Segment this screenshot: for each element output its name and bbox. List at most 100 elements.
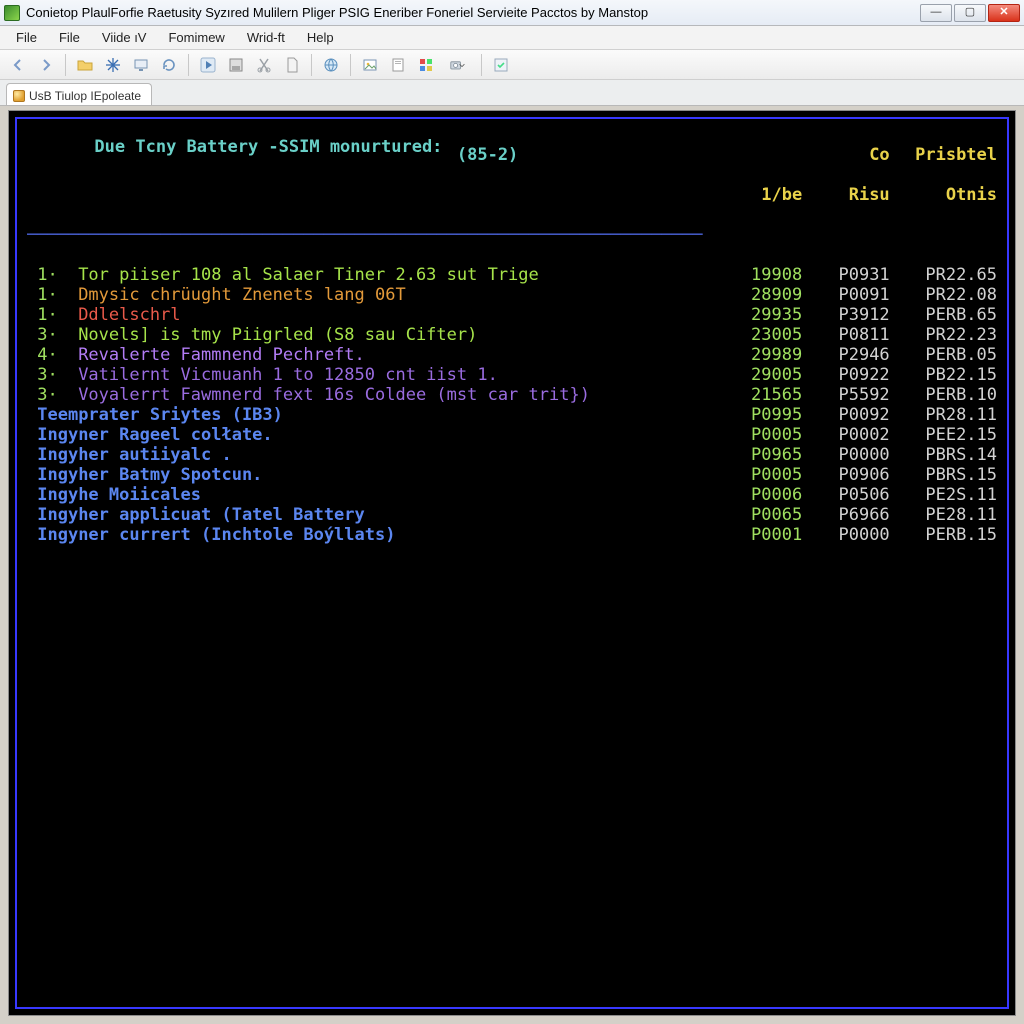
row-value-1: 19908: [713, 265, 802, 285]
row-value-2: P0922: [802, 365, 889, 385]
terminal-row: 3· Vatilernt Vicmuanh 1 to 12850 cnt iis…: [27, 365, 997, 385]
window-controls: — ▢ ✕: [918, 4, 1020, 22]
toolbar-separator: [65, 54, 66, 76]
row-value-1: P0965: [713, 445, 802, 465]
row-value-2: P0092: [802, 405, 889, 425]
row-index: 1·: [27, 265, 78, 285]
terminal-body[interactable]: Conlaler Surge ofil Cifters Streed Trige…: [27, 125, 997, 585]
row-value-3: PR28.11: [890, 405, 997, 425]
row-text: Revalerte Fammnend Pechreft.: [78, 345, 365, 365]
terminal-row: Teemprater Sriytes (IB3)P0995P0092PR28.1…: [27, 405, 997, 425]
row-value-1: P0005: [713, 465, 802, 485]
terminal-frame: Due Tcny Battery -SSIM monurtured: Conla…: [15, 117, 1009, 1009]
row-index: 3·: [27, 385, 78, 405]
row-value-2: P0002: [802, 425, 889, 445]
terminal-row: Ingyher autiiyalc .P0965P0000PBRS.14: [27, 445, 997, 465]
terminal-rule: ────────────────────────────────────────…: [27, 225, 997, 245]
forward-icon[interactable]: [34, 53, 58, 77]
row-value-2: P0000: [802, 525, 889, 545]
row-text: Ingyner Rageel colłate.: [37, 425, 272, 445]
image-icon[interactable]: [358, 53, 382, 77]
globe-icon[interactable]: [319, 53, 343, 77]
folder-icon[interactable]: [73, 53, 97, 77]
row-value-3: PBRS.14: [890, 445, 997, 465]
row-value-1: 21565: [713, 385, 802, 405]
row-value-2: P6966: [802, 505, 889, 525]
row-text: Teemprater Sriytes (IB3): [37, 405, 283, 425]
toolbar-separator: [350, 54, 351, 76]
close-button[interactable]: ✕: [988, 4, 1020, 22]
page-icon[interactable]: [386, 53, 410, 77]
terminal-legend: Due Tcny Battery -SSIM monurtured:: [27, 117, 448, 177]
tab-icon: [13, 90, 25, 102]
row-value-2: P0906: [802, 465, 889, 485]
row-index: 3·: [27, 325, 78, 345]
terminal-row: Ingyher applicuat (Tatel BatteryP0065P69…: [27, 505, 997, 525]
terminal-row: 3· Novels] is tmy Piigrled (S8 sau Cifte…: [27, 325, 997, 345]
menu-window[interactable]: Wrid-ft: [237, 28, 295, 47]
minimize-button[interactable]: —: [920, 4, 952, 22]
refresh-icon[interactable]: [157, 53, 181, 77]
menu-format[interactable]: Fomimew: [158, 28, 234, 47]
row-value-2: P3912: [802, 305, 889, 325]
save-icon[interactable]: [224, 53, 248, 77]
snowflake-icon[interactable]: [101, 53, 125, 77]
col-1be: 1/be: [713, 185, 802, 205]
col-otnis: Otnis: [890, 185, 997, 205]
toolbar-separator: [188, 54, 189, 76]
terminal-row: 1· Dmysic chrüught Znenets lang 06T28909…: [27, 285, 997, 305]
row-value-2: P0811: [802, 325, 889, 345]
monitor-icon[interactable]: [129, 53, 153, 77]
row-value-3: PERB.65: [890, 305, 997, 325]
document-icon[interactable]: [280, 53, 304, 77]
menu-help[interactable]: Help: [297, 28, 344, 47]
toolbar-separator: [311, 54, 312, 76]
terminal-row: Ingyher Batmy Spotcun. P0005P0906PBRS.15: [27, 465, 997, 485]
tab-usb[interactable]: UsB Tiulop IEpoleate: [6, 83, 152, 105]
row-value-1: 29935: [713, 305, 802, 325]
row-value-1: P0006: [713, 485, 802, 505]
row-value-3: PR22.65: [890, 265, 997, 285]
row-value-1: 29989: [713, 345, 802, 365]
row-value-1: 29005: [713, 365, 802, 385]
row-value-3: PE28.11: [890, 505, 997, 525]
row-value-2: P0506: [802, 485, 889, 505]
row-value-3: PB22.15: [890, 365, 997, 385]
menu-file-2[interactable]: File: [49, 28, 90, 47]
row-value-2: P0091: [802, 285, 889, 305]
terminal-row: 1· Tor piiser 108 al Salaer Tiner 2.63 s…: [27, 265, 997, 285]
row-value-3: PERB.10: [890, 385, 997, 405]
menu-file[interactable]: File: [6, 28, 47, 47]
terminal-pane: Due Tcny Battery -SSIM monurtured: Conla…: [8, 110, 1016, 1016]
terminal-header-1: Due Tcny Battery -SSIM monurtured:: [94, 137, 442, 157]
col-risu: Risu: [802, 185, 889, 205]
terminal-row: 1· Ddlelschrl29935P3912PERB.65: [27, 305, 997, 325]
tool-settings-icon[interactable]: [489, 53, 513, 77]
window-title: Conietop PlaulForfie Raetusity Syzıred M…: [26, 5, 918, 20]
col-prisbtel: Prisbtel: [890, 145, 997, 165]
cut-icon[interactable]: [252, 53, 276, 77]
grid-color-icon[interactable]: [414, 53, 438, 77]
maximize-button[interactable]: ▢: [954, 4, 986, 22]
row-value-3: PR22.23: [890, 325, 997, 345]
row-text: Ingyher applicuat (Tatel Battery: [37, 505, 365, 525]
row-index: 1·: [27, 305, 78, 325]
row-value-3: PE2S.11: [890, 485, 997, 505]
row-text: Tor piiser 108 al Salaer Tiner 2.63 sut …: [78, 265, 539, 285]
row-index: 3·: [27, 365, 78, 385]
row-text: Dmysic chrüught Znenets lang 06T: [78, 285, 406, 305]
camera-dropdown-icon[interactable]: [442, 53, 474, 77]
row-text: Ingyher autiiyalc .: [37, 445, 231, 465]
play-icon[interactable]: [196, 53, 220, 77]
col-co: Co: [802, 145, 889, 165]
row-value-3: PBRS.15: [890, 465, 997, 485]
row-value-3: PERB.05: [890, 345, 997, 365]
row-text: Ingyher Batmy Spotcun.: [37, 465, 262, 485]
row-value-2: P2946: [802, 345, 889, 365]
row-value-2: P0931: [802, 265, 889, 285]
back-icon[interactable]: [6, 53, 30, 77]
row-value-1: 23005: [713, 325, 802, 345]
menu-view[interactable]: Viide ıV: [92, 28, 157, 47]
row-text: Ingyhe Moiicales: [37, 485, 201, 505]
terminal-row: 4· Revalerte Fammnend Pechreft.29989P294…: [27, 345, 997, 365]
